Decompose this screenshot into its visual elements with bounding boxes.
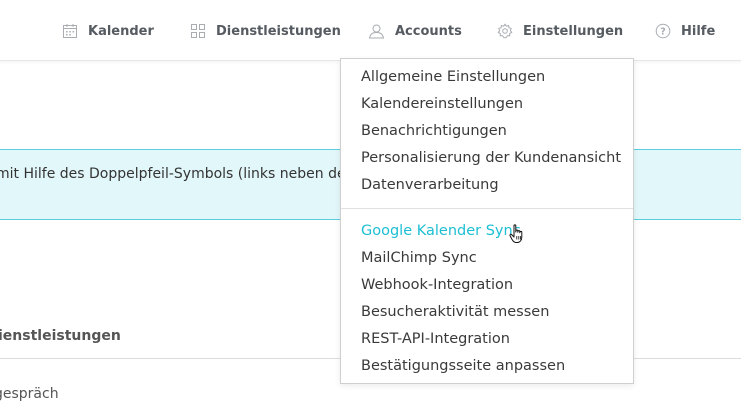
- nav-item-dienstleistungen[interactable]: Dienstleistungen: [190, 20, 341, 42]
- hand-cursor-icon: [509, 224, 523, 243]
- section-heading: ienstleistungen: [0, 328, 121, 344]
- menu-item-datenverarbeitung[interactable]: Datenverarbeitung: [361, 176, 499, 194]
- menu-item-bestaetigungsseite[interactable]: Bestätigungsseite anpassen: [361, 357, 565, 375]
- gear-icon: [497, 23, 513, 39]
- list-item[interactable]: gespräch: [0, 386, 59, 402]
- nav-label-einstellungen: Einstellungen: [523, 23, 624, 39]
- menu-item-mailchimp-sync[interactable]: MailChimp Sync: [361, 249, 477, 267]
- menu-item-webhook-integration[interactable]: Webhook-Integration: [361, 276, 513, 294]
- menu-item-kalendereinstellungen[interactable]: Kalendereinstellungen: [361, 95, 523, 113]
- nav-item-einstellungen[interactable]: Einstellungen: [497, 20, 623, 42]
- help-circle-icon: ?: [655, 23, 671, 39]
- user-icon: [368, 24, 385, 39]
- svg-text:?: ?: [660, 27, 666, 38]
- menu-item-rest-api-integration[interactable]: REST-API-Integration: [361, 330, 510, 348]
- menu-item-besucheraktivitaet[interactable]: Besucheraktivität messen: [361, 303, 549, 321]
- menu-divider: [341, 208, 633, 209]
- nav-label-dienstleistungen: Dienstleistungen: [216, 23, 341, 39]
- menu-item-allgemeine-einstellungen[interactable]: Allgemeine Einstellungen: [361, 68, 545, 86]
- top-navigation: Kalender Dienstleistungen Accounts Einst…: [0, 0, 741, 61]
- nav-item-kalender[interactable]: Kalender: [62, 20, 154, 42]
- calendar-icon: [63, 24, 77, 38]
- menu-item-google-kalender-sync[interactable]: Google Kalender Sync: [361, 222, 521, 240]
- nav-item-hilfe[interactable]: ? Hilfe: [655, 20, 715, 42]
- grid-icon: [191, 24, 205, 38]
- menu-item-personalisierung[interactable]: Personalisierung der Kundenansicht: [361, 149, 621, 167]
- nav-label-accounts: Accounts: [395, 23, 462, 39]
- nav-item-accounts[interactable]: Accounts: [368, 20, 462, 42]
- nav-label-hilfe: Hilfe: [681, 23, 716, 39]
- settings-dropdown-menu: Allgemeine Einstellungen Kalendereinstel…: [340, 58, 634, 384]
- nav-label-kalender: Kalender: [88, 23, 154, 39]
- menu-item-benachrichtigungen[interactable]: Benachrichtigungen: [361, 122, 507, 140]
